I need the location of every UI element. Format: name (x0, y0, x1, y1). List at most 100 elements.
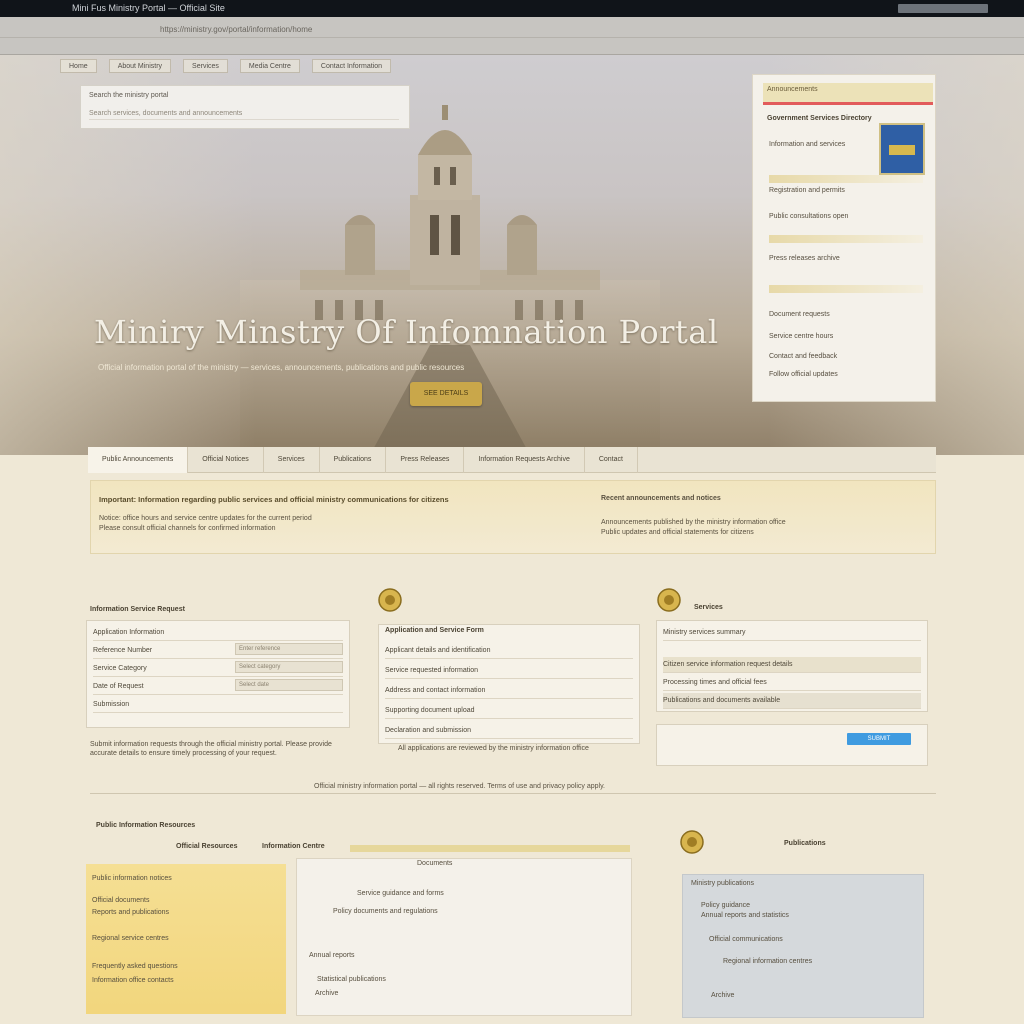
date-field[interactable]: Select date (235, 679, 343, 691)
documents-card: Documents Service guidance and forms Pol… (296, 858, 632, 1016)
panel-link[interactable]: Press releases archive (769, 255, 840, 262)
panel-link[interactable]: Follow official updates (769, 371, 838, 378)
search-panel: Search the ministry portal Search servic… (80, 85, 410, 129)
panel-link[interactable]: Document requests (769, 311, 830, 318)
request-form: Application Information Reference Number… (86, 620, 350, 728)
info-centre-tab[interactable]: Information Centre (262, 843, 325, 850)
panel-divider (769, 235, 923, 243)
panel-divider (769, 175, 923, 183)
publication-link[interactable]: Archive (711, 991, 734, 1000)
services-title: Services (694, 604, 723, 611)
notice-right-text: Announcements published by the ministry … (601, 519, 786, 526)
publications-title: Publications (784, 840, 826, 847)
window-controls[interactable] (898, 4, 988, 13)
publication-link[interactable]: Official communications (709, 935, 783, 944)
services-row: Ministry services summary (663, 625, 921, 641)
resources-tab[interactable]: Official Resources (176, 843, 237, 850)
main-navigation: Public Announcements Official Notices Se… (88, 447, 936, 473)
document-link[interactable]: Service guidance and forms (357, 889, 444, 898)
document-link[interactable]: Policy documents and regulations (333, 907, 438, 916)
form-row: Service requested information (385, 663, 633, 679)
publication-link[interactable]: Annual reports and statistics (701, 911, 789, 920)
panel-link[interactable]: Public consultations open (769, 213, 848, 220)
category-select[interactable]: Select category (235, 661, 343, 673)
panel-link[interactable]: Registration and permits (769, 187, 845, 194)
tab-notices[interactable]: Official Notices (188, 447, 264, 473)
form-row: Applicant details and identification (385, 643, 633, 659)
search-label: Search the ministry portal (89, 92, 169, 99)
hero-subtitle: Official information portal of the minis… (98, 363, 465, 372)
request-form-title: Information Service Request (90, 606, 185, 613)
ministry-emblem-icon (680, 830, 704, 854)
toolbar-divider (0, 37, 1024, 38)
footer-note: Official ministry information portal — a… (314, 783, 606, 790)
resources-card: Public information notices Official docu… (86, 864, 286, 1014)
page-title: Miniry Minstry Of Infomnation Portal (94, 313, 719, 351)
submit-button[interactable]: SUBMIT (847, 733, 911, 745)
bottom-section-title: Public Information Resources (96, 822, 196, 829)
notice-right-heading: Recent announcements and notices (601, 495, 721, 502)
services-card: Ministry services summary Citizen servic… (656, 620, 928, 712)
window-titlebar: Mini Fus Ministry Portal — Official Site (0, 0, 1024, 17)
service-form: Application and Service Form Applicant d… (378, 624, 640, 744)
form-row: Declaration and submission (385, 723, 633, 739)
services-row: Publications and documents available (663, 693, 921, 709)
ministry-badge-icon (879, 123, 925, 175)
top-navigation: Home About Ministry Services Media Centr… (60, 59, 392, 73)
document-link[interactable]: Statistical publications (317, 975, 386, 984)
resource-link[interactable]: Regional service centres (92, 934, 169, 943)
panel-link[interactable]: Service centre hours (769, 333, 833, 340)
notice-banner: Important: Information regarding public … (90, 480, 936, 554)
nav-services[interactable]: Services (183, 59, 228, 73)
nav-about[interactable]: About Ministry (108, 59, 172, 73)
window-title: Mini Fus Ministry Portal — Official Site (72, 3, 225, 13)
nav-home[interactable]: Home (60, 59, 97, 73)
form-row: Submission (93, 697, 343, 713)
announcements-panel: Announcements Government Services Direct… (752, 74, 936, 402)
section-divider (90, 793, 936, 794)
search-input[interactable]: Search services, documents and announcem… (89, 110, 399, 120)
tab-press[interactable]: Press Releases (386, 447, 465, 473)
see-details-button[interactable]: SEE DETAILS (410, 382, 482, 406)
publication-link[interactable]: Regional information centres (723, 957, 812, 966)
services-row: Citizen service information request deta… (663, 657, 921, 673)
service-form-note: All applications are reviewed by the min… (398, 745, 589, 752)
panel-link[interactable]: Contact and feedback (769, 353, 837, 360)
services-row: Processing times and official fees (663, 675, 921, 691)
announcements-title: Government Services Directory (767, 115, 872, 122)
documents-heading: Documents (417, 860, 453, 867)
nav-contact[interactable]: Contact Information (311, 59, 392, 73)
resource-link[interactable]: Public information notices (92, 874, 172, 883)
request-form-description: Submit information requests through the … (90, 741, 332, 757)
publications-card: Ministry publications Policy guidance An… (682, 874, 924, 1018)
document-link[interactable]: Archive (315, 989, 338, 998)
tab-announcements[interactable]: Public Announcements (88, 447, 189, 473)
resource-link[interactable]: Information office contacts (92, 976, 174, 985)
ministry-emblem-icon (378, 588, 402, 612)
ministry-emblem-icon (657, 588, 681, 612)
publication-link[interactable]: Policy guidance (701, 901, 750, 910)
publication-link[interactable]: Ministry publications (691, 879, 754, 888)
form-row: Supporting document upload (385, 703, 633, 719)
form-row: Address and contact information (385, 683, 633, 699)
resource-link[interactable]: Reports and publications (92, 908, 169, 917)
form-row: Application Information (93, 625, 343, 641)
resource-link[interactable]: Official documents (92, 896, 149, 905)
address-bar[interactable]: https://ministry.gov/portal/information/… (160, 25, 560, 37)
tab-archive[interactable]: Information Requests Archive (464, 447, 585, 473)
service-form-title: Application and Service Form (385, 627, 484, 634)
reference-field[interactable]: Enter reference (235, 643, 343, 655)
document-link[interactable]: Annual reports (309, 951, 355, 960)
notice-heading: Important: Information regarding public … (99, 495, 449, 504)
notice-text: Please consult official channels for con… (99, 525, 276, 532)
tab-publications[interactable]: Publications (320, 447, 387, 473)
browser-toolbar: https://ministry.gov/portal/information/… (0, 17, 1024, 55)
tab-services[interactable]: Services (264, 447, 320, 473)
notice-text: Notice: office hours and service centre … (99, 515, 312, 522)
announcements-header: Announcements (763, 83, 933, 105)
panel-link[interactable]: Information and services (769, 141, 845, 148)
nav-media[interactable]: Media Centre (239, 59, 300, 73)
tab-contact[interactable]: Contact (585, 447, 638, 473)
resource-link[interactable]: Frequently asked questions (92, 962, 178, 971)
submit-panel: SUBMIT (656, 724, 928, 766)
